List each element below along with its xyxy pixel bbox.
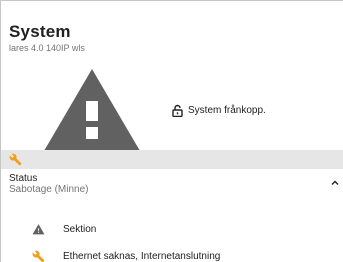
system-card: System lares 4.0 140IP wls System frånko…	[0, 0, 343, 262]
wrench-icon	[32, 250, 45, 262]
lock-open-icon	[172, 104, 183, 117]
card-subtitle: lares 4.0 140IP wls	[9, 43, 85, 53]
list-item: Sektion	[1, 219, 343, 239]
warning-triangle-icon	[32, 223, 45, 234]
system-status-text: System frånkopp.	[188, 105, 266, 116]
section-title: Status	[9, 173, 38, 184]
chevron-up-icon[interactable]	[330, 178, 340, 188]
status-section-header[interactable]: Status Sabotage (Minne)	[1, 169, 343, 199]
trouble-bar[interactable]	[1, 150, 343, 169]
system-status: System frånkopp.	[172, 104, 266, 117]
list-item-label: Ethernet saknas, Internetanslutning	[63, 250, 221, 262]
section-subtitle: Sabotage (Minne)	[9, 184, 89, 195]
list-item: Ethernet saknas, Internetanslutning	[1, 246, 343, 262]
warning-icon	[44, 69, 140, 151]
card-title: System	[9, 22, 71, 41]
list-item-label: Sektion	[63, 223, 97, 235]
wrench-icon	[9, 153, 22, 166]
